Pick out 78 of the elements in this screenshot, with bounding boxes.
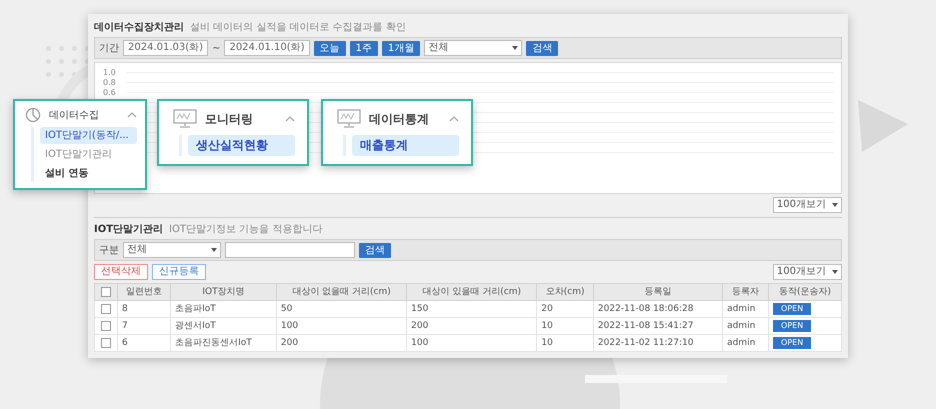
table-cell: 100 xyxy=(406,334,537,352)
start-date-field[interactable]: 2024.01.03(화) xyxy=(123,40,208,56)
period-label: 기간 xyxy=(99,42,119,55)
column-header: 등록일 xyxy=(593,284,723,300)
table-cell: 200 xyxy=(406,318,537,334)
table-cell: 6 xyxy=(118,334,171,352)
search-button[interactable]: 검색 xyxy=(526,40,558,56)
range-button[interactable]: 1주 xyxy=(350,40,378,56)
monitor-icon xyxy=(173,109,197,129)
open-button[interactable]: OPEN xyxy=(773,320,812,332)
search-button[interactable]: 검색 xyxy=(359,242,391,258)
table-cell: 10 xyxy=(536,318,594,334)
panel-description: IOT단말기정보 기능을 적용합니다 xyxy=(169,223,322,236)
column-header: 대상이 있을때 거리(cm) xyxy=(406,284,537,300)
table-cell: 200 xyxy=(276,334,407,352)
pie-chart-icon xyxy=(25,107,41,123)
action-button[interactable]: 선택삭제 xyxy=(94,264,148,280)
table-cell: 2022-11-08 18:06:28 xyxy=(593,300,723,318)
end-date-field[interactable]: 2024.01.10(화) xyxy=(224,40,310,56)
action-button[interactable]: 신규등록 xyxy=(152,264,206,280)
checkbox[interactable] xyxy=(101,304,111,314)
chevron-up-icon xyxy=(449,116,459,122)
submenu-item[interactable]: 매출통계 xyxy=(352,135,459,156)
menu-title[interactable]: 데이터수집 xyxy=(49,108,99,122)
table-cell: admin xyxy=(722,334,769,352)
table-cell: 2022-11-08 15:41:27 xyxy=(593,318,723,334)
table-cell: 초음파진동센서IoT xyxy=(170,334,276,352)
table-cell: admin xyxy=(722,300,769,318)
chevron-up-icon xyxy=(127,112,137,118)
search-field[interactable] xyxy=(225,242,355,258)
table-cell: 8 xyxy=(118,300,171,318)
checkbox[interactable] xyxy=(101,320,111,331)
caret-icon xyxy=(832,270,838,274)
table-cell: 100 xyxy=(276,318,407,334)
y-tick-label: 0.8 xyxy=(103,78,117,86)
table-cell: 50 xyxy=(276,300,407,318)
column-header: 대상이 없을때 거리(cm) xyxy=(276,284,407,300)
checkbox[interactable] xyxy=(101,286,111,297)
column-header: 등록자 xyxy=(722,284,769,300)
table-cell: 초음파IoT xyxy=(170,300,276,318)
table-cell: 2022-11-02 11:27:10 xyxy=(593,334,723,352)
table-cell: admin xyxy=(722,318,769,334)
open-button[interactable]: OPEN xyxy=(773,337,812,349)
table-cell: 20 xyxy=(536,300,594,318)
menu-title[interactable]: 모니터링 xyxy=(205,110,253,128)
column-header: 일련번호 xyxy=(118,284,171,300)
y-tick-label: 0.6 xyxy=(103,88,117,96)
open-button[interactable]: OPEN xyxy=(773,303,812,315)
filter-select[interactable]: 전체 xyxy=(424,40,522,56)
panel-title: IOT단말기관리 xyxy=(94,223,164,236)
date-separator: ~ xyxy=(212,42,220,54)
submenu-item[interactable]: IOT단말기관리 xyxy=(40,146,137,163)
panel-title: 데이터수집장치관리 xyxy=(94,21,184,34)
submenu-item[interactable]: IOT단말기(동작/... xyxy=(40,127,137,144)
caret-icon xyxy=(512,46,518,50)
range-button[interactable]: 1개월 xyxy=(382,40,420,56)
page-size-select[interactable]: 100개보기 xyxy=(772,264,842,280)
y-tick-label: 1.0 xyxy=(103,68,117,76)
category-label: 구분 xyxy=(99,244,119,257)
column-header: IOT장치명 xyxy=(170,284,276,300)
monitor-icon xyxy=(337,109,361,129)
submenu-item[interactable]: 생산실적현황 xyxy=(188,135,295,156)
table-cell: 광센서IoT xyxy=(170,318,276,334)
page-size-select[interactable]: 100개보기 xyxy=(772,197,842,213)
table-cell: 10 xyxy=(536,334,594,352)
chevron-up-icon xyxy=(285,116,295,122)
caret-icon xyxy=(832,203,838,207)
panel-description: 설비 데이터의 실적을 데이터로 수집결과를 확인 xyxy=(190,21,406,34)
table-cell: 150 xyxy=(406,300,537,318)
submenu-item[interactable]: 설비 연동 xyxy=(40,165,137,182)
checkbox[interactable] xyxy=(101,338,111,348)
category-select[interactable]: 전체 xyxy=(123,242,221,258)
column-header: 동작(운송자) xyxy=(768,284,842,300)
column-header: 오차(cm) xyxy=(536,284,594,300)
menu-title[interactable]: 데이터통계 xyxy=(369,110,429,128)
caret-icon xyxy=(211,248,217,252)
range-button[interactable]: 오늘 xyxy=(314,40,346,56)
table-cell: 7 xyxy=(118,318,171,334)
